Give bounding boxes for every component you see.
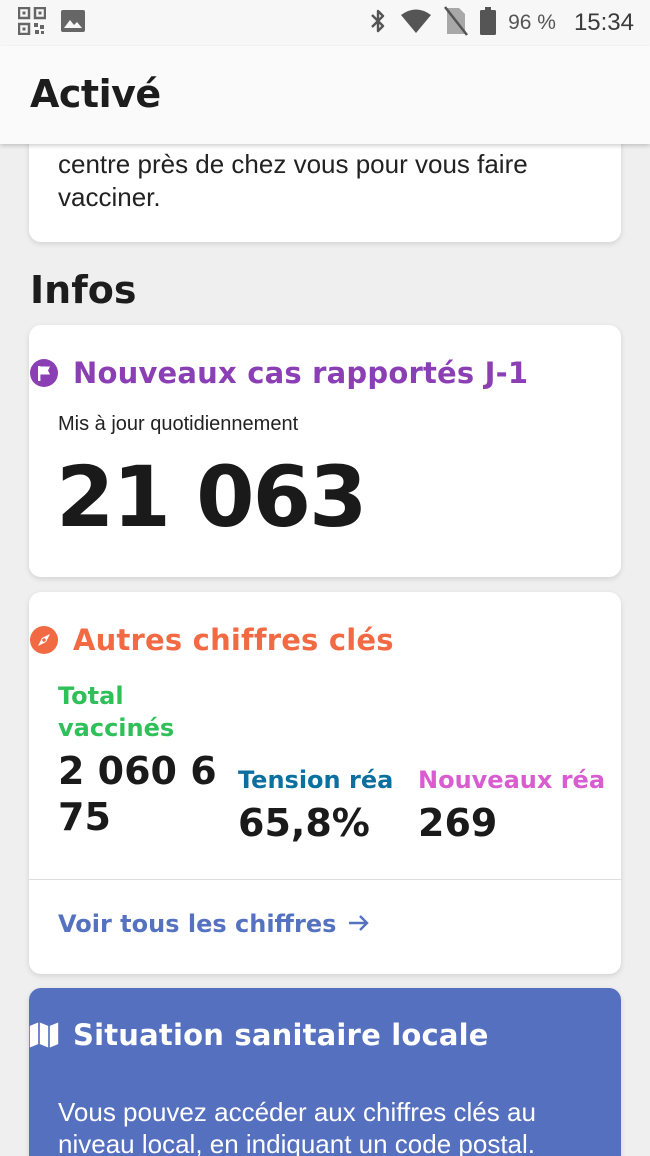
new-cases-subtitle: Mis à jour quotidiennement — [58, 413, 299, 435]
stat-vaccinated-value-line2: 75 — [58, 795, 111, 839]
flag-icon — [29, 358, 59, 388]
app-bar: Activé — [0, 46, 650, 144]
battery-icon — [480, 7, 497, 39]
arrow-right-icon — [348, 910, 370, 938]
new-cases-value: 21 063 — [56, 448, 367, 546]
wifi-icon — [400, 8, 432, 38]
stat-icu-tension-label: Tension réa — [238, 766, 394, 794]
new-cases-title: Nouveaux cas rapportés J-1 — [73, 356, 529, 390]
local-situation-header: Situation sanitaire locale — [29, 1018, 489, 1052]
key-figures-title: Autres chiffres clés — [73, 623, 394, 657]
see-all-figures-label: Voir tous les chiffres — [58, 910, 337, 938]
new-cases-header: Nouveaux cas rapportés J-1 — [29, 356, 528, 390]
image-icon — [60, 9, 86, 37]
stat-vaccinated-value-line1: 2 060 6 — [58, 749, 217, 793]
qr-code-icon — [17, 6, 47, 39]
page-title: Activé — [30, 72, 161, 116]
see-all-figures-link[interactable]: Voir tous les chiffres — [58, 910, 370, 938]
bluetooth-icon — [368, 7, 388, 39]
vaccination-card-text: centre près de chez vous pour vous faire… — [58, 149, 528, 212]
local-situation-title: Situation sanitaire locale — [73, 1018, 489, 1052]
stat-new-icu-value: 269 — [418, 801, 498, 845]
divider — [29, 879, 621, 880]
stat-new-icu-label: Nouveaux réa — [418, 766, 606, 794]
stat-vaccinated-value: 2 060 6 75 — [58, 748, 217, 840]
stat-vaccinated-label: Total vaccinés — [58, 680, 174, 744]
no-sim-icon — [444, 6, 469, 40]
stat-vaccinated-label-line1: Total — [58, 682, 124, 710]
map-icon — [29, 1020, 59, 1050]
battery-percent: 96 % — [508, 11, 556, 34]
stat-vaccinated-label-line2: vaccinés — [58, 714, 175, 742]
stat-icu-tension-value: 65,8% — [238, 801, 370, 845]
local-situation-text: Vous pouvez accéder aux chiffres clés au… — [58, 1097, 536, 1156]
section-title-infos: Infos — [30, 268, 137, 312]
key-figures-header: Autres chiffres clés — [29, 623, 394, 657]
status-bar: 96 % 15:34 — [0, 0, 650, 46]
clock: 15:34 — [573, 9, 634, 36]
compass-icon — [29, 625, 59, 655]
